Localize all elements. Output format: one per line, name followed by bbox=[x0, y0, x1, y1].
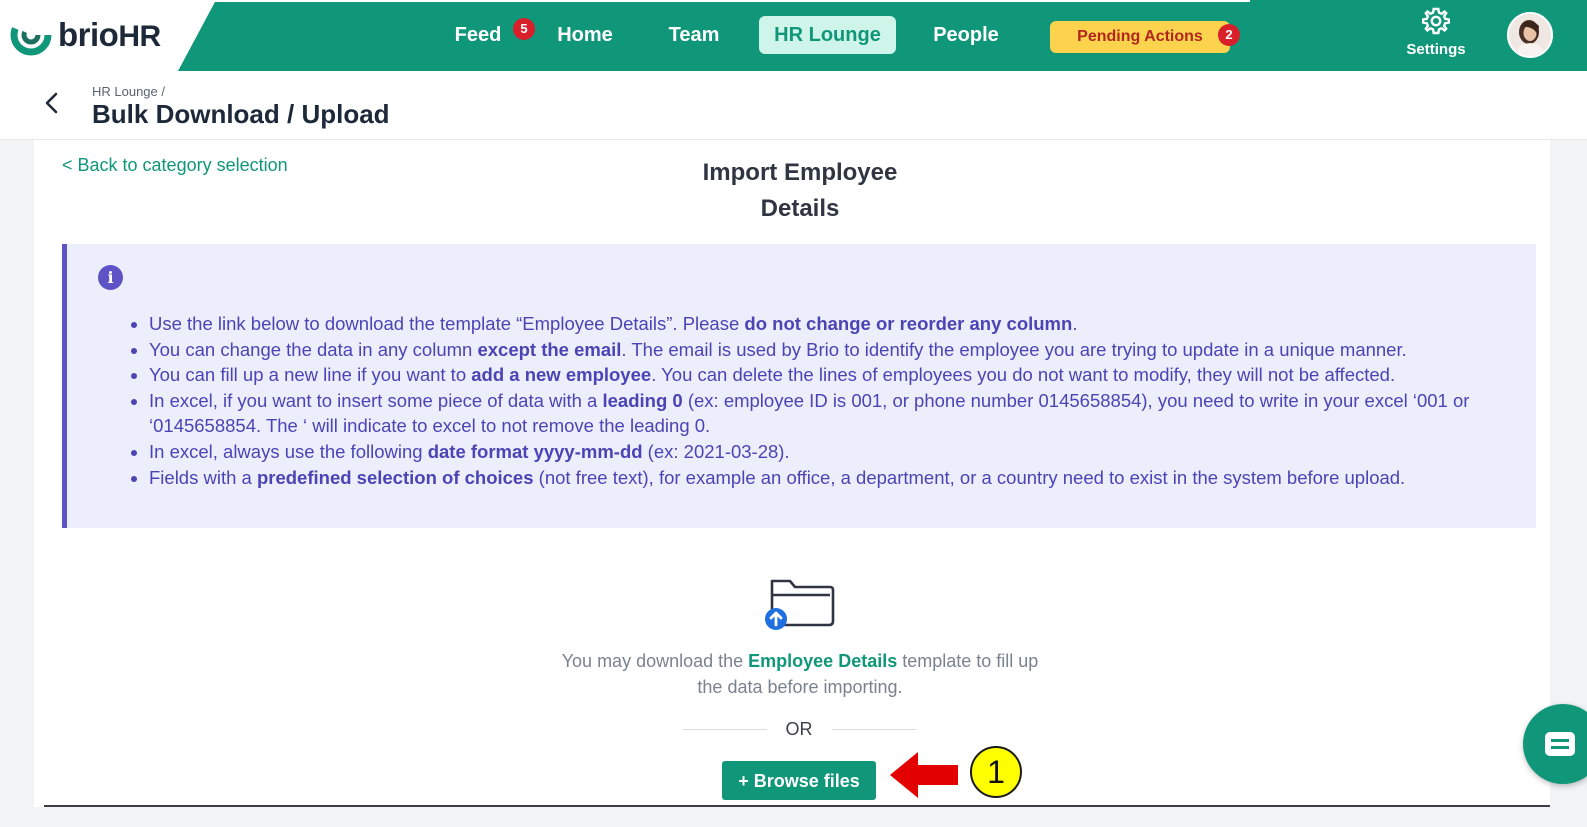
nav-people[interactable]: People bbox=[926, 16, 1006, 54]
or-divider-right bbox=[832, 729, 916, 730]
back-chevron-icon[interactable] bbox=[40, 90, 64, 116]
instruction-text: You can change the data in any column bbox=[149, 338, 478, 360]
back-to-category-link[interactable]: < Back to category selection bbox=[62, 155, 288, 176]
section-title: Import Employee Details bbox=[660, 155, 940, 227]
section-title-line1: Import Employee bbox=[702, 159, 898, 186]
instruction-text: You can fill up a new line if you want t… bbox=[149, 364, 472, 386]
instruction-text: . bbox=[1072, 313, 1078, 334]
breadcrumb[interactable]: HR Lounge / bbox=[92, 84, 165, 99]
download-template-text: You may download the Employee Details te… bbox=[560, 648, 1040, 700]
avatar-image bbox=[1509, 14, 1551, 56]
feed-badge: 5 bbox=[513, 18, 535, 40]
instruction-text: (not free text), for example an office, … bbox=[533, 466, 1406, 488]
user-avatar[interactable] bbox=[1507, 12, 1553, 58]
instruction-item: You can fill up a new line if you want t… bbox=[149, 362, 1529, 388]
brio-logo-icon bbox=[10, 14, 52, 56]
topbar-top-strip bbox=[215, 0, 1250, 2]
settings-gear-icon bbox=[1422, 7, 1450, 35]
instruction-item: Use the link below to download the templ… bbox=[149, 311, 1529, 337]
folder-upload-icon bbox=[765, 579, 835, 630]
instruction-emphasis: do not change or reorder any column bbox=[744, 313, 1073, 334]
instructions-list: Use the link below to download the templ… bbox=[128, 311, 1529, 490]
instruction-text: (ex: 2021-03-28). bbox=[642, 440, 790, 462]
pending-actions-badge: 2 bbox=[1218, 24, 1240, 46]
logo-text: brioHR bbox=[58, 16, 161, 53]
nav-home[interactable]: Home bbox=[550, 16, 620, 54]
instruction-text: Fields with a bbox=[149, 466, 257, 488]
browse-files-button[interactable]: + Browse files bbox=[722, 761, 876, 800]
nav-feed[interactable]: Feed bbox=[446, 16, 510, 54]
instruction-emphasis: except the email bbox=[477, 338, 622, 360]
instruction-emphasis: add a new employee bbox=[471, 364, 652, 386]
instruction-emphasis: leading 0 bbox=[602, 389, 683, 411]
bottom-border-line bbox=[44, 805, 1550, 807]
instruction-item: In excel, always use the following date … bbox=[149, 439, 1529, 465]
instruction-emphasis: date format yyyy-mm-dd bbox=[427, 440, 643, 462]
instruction-item: You can change the data in any column ex… bbox=[149, 337, 1529, 363]
page-title: Bulk Download / Upload bbox=[92, 99, 390, 129]
nav-team[interactable]: Team bbox=[660, 16, 728, 54]
section-title-line2: Details bbox=[760, 195, 840, 222]
red-arrow-icon bbox=[890, 752, 958, 798]
or-divider-left bbox=[683, 729, 767, 730]
top-nav-bar: brioHR Feed 5 Home Team HR Lounge People… bbox=[0, 0, 1587, 71]
or-separator: OR bbox=[785, 719, 813, 739]
step-number-marker: 1 bbox=[970, 746, 1022, 798]
download-prefix: You may download the bbox=[561, 651, 749, 671]
nav-hr-lounge[interactable]: HR Lounge bbox=[759, 16, 896, 54]
instruction-text: Use the link below to download the templ… bbox=[149, 313, 745, 334]
instruction-item: Fields with a predefined selection of ch… bbox=[149, 465, 1529, 491]
instruction-text: . The email is used by Brio to identify … bbox=[621, 338, 1407, 360]
info-icon: i bbox=[98, 265, 123, 290]
pending-actions-button[interactable]: Pending Actions bbox=[1050, 21, 1230, 53]
instruction-text: In excel, if you want to insert some pie… bbox=[149, 389, 603, 411]
instruction-text: In excel, always use the following bbox=[149, 440, 428, 462]
pending-actions-label: Pending Actions bbox=[1077, 28, 1203, 45]
instruction-item: In excel, if you want to insert some pie… bbox=[149, 388, 1529, 439]
brio-logo[interactable]: brioHR bbox=[10, 12, 161, 58]
settings-button[interactable]: Settings bbox=[1402, 6, 1470, 66]
settings-label: Settings bbox=[1406, 41, 1466, 58]
instruction-text: . You can delete the lines of employees … bbox=[651, 364, 1396, 386]
employee-details-template-link[interactable]: Employee Details bbox=[748, 651, 897, 671]
instruction-emphasis: predefined selection of choices bbox=[256, 466, 534, 488]
chat-icon bbox=[1545, 732, 1575, 756]
